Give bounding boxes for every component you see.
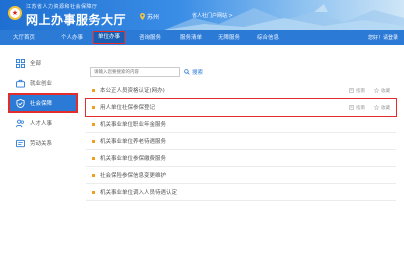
list-item-title[interactable]: 本公正人员资格认证(网办) <box>100 86 165 94</box>
sidebar-item-employment[interactable]: 就业创业 <box>10 75 76 91</box>
sidebar-item-talent[interactable]: 人才人事 <box>10 115 76 131</box>
bullet-icon <box>92 139 95 143</box>
bullet-icon <box>92 173 95 177</box>
nav-item-personal[interactable]: 个人办事 <box>61 33 83 43</box>
sidebar-item-label: 社会保障 <box>30 101 53 107</box>
handshake-icon <box>16 139 25 147</box>
search-bar: 搜索 <box>90 67 203 77</box>
nav-item-unit[interactable]: 单位办事 <box>92 31 126 44</box>
list-item-title[interactable]: 用人单位社保参保登记 <box>100 103 155 111</box>
sidebar-item-label: 就业创业 <box>30 81 53 87</box>
bullet-icon <box>92 122 95 126</box>
list-item[interactable]: 本公正人员资格认证(网办) 指南 收藏 <box>86 82 396 99</box>
list-item-title[interactable]: 机关事业单位参保缴费服务 <box>100 154 166 162</box>
search-button-label: 搜索 <box>192 70 204 76</box>
guide-label: 指南 <box>356 105 365 111</box>
sidebar-item-social-security[interactable]: 社会保障 <box>8 93 78 113</box>
ministry-logo-icon[interactable]: ★ <box>8 6 22 20</box>
sidebar-item-all[interactable]: 全部 <box>10 55 76 71</box>
list-item[interactable]: 机关事业单位职业年金服务 <box>86 116 396 133</box>
bullet-icon <box>92 190 95 194</box>
guide-button[interactable]: 指南 <box>349 105 365 111</box>
bullet-icon <box>92 88 95 92</box>
sidebar-item-label: 人才人事 <box>30 121 53 127</box>
nav-item-home[interactable]: 大厅首页 <box>13 33 35 43</box>
people-icon <box>16 119 24 127</box>
favorite-label: 收藏 <box>381 105 390 111</box>
star-icon <box>374 105 379 110</box>
list-item-title[interactable]: 机关事业单位养老待遇服务 <box>100 137 166 145</box>
org-name: 江苏省人力资源和社会保障厅 <box>26 4 98 10</box>
site-title[interactable]: 网上办事服务大厅 <box>26 11 126 28</box>
search-input[interactable] <box>90 67 180 77</box>
sidebar-item-label: 全部 <box>30 61 42 67</box>
site-header: ★ 江苏省人力资源和社会保障厅 网上办事服务大厅 苏州 省人社门户网站 > <box>0 0 404 30</box>
list-item[interactable]: 机关事业单位养老待遇服务 <box>86 133 396 150</box>
list-item-highlighted[interactable]: 用人单位社保参保登记 指南 收藏 <box>85 98 397 117</box>
location-label: 苏州 <box>147 14 160 21</box>
search-icon <box>184 69 190 75</box>
search-button[interactable]: 搜索 <box>184 68 203 76</box>
login-link[interactable]: 您好！请登录 <box>368 33 398 43</box>
nav-item-service-list[interactable]: 服务清单 <box>180 33 202 43</box>
list-item[interactable]: 社会保险参保信息变更维护 <box>86 167 396 184</box>
sidebar-item-labor[interactable]: 劳动关系 <box>10 135 76 151</box>
location-selector[interactable]: 苏州 <box>140 12 159 21</box>
list-item-title[interactable]: 机关事业单位调入人员待遇认定 <box>100 188 177 196</box>
portal-link[interactable]: 省人社门户网站 > <box>192 12 233 19</box>
list-item-title[interactable]: 社会保险参保信息变更维护 <box>100 171 166 179</box>
service-list: 本公正人员资格认证(网办) 指南 收藏 用人单位社保参保登记 指南 收藏 机关事… <box>85 82 397 201</box>
shield-icon <box>16 98 25 108</box>
nav-item-consult[interactable]: 咨询服务 <box>139 33 161 43</box>
document-icon <box>349 88 354 93</box>
guide-label: 指南 <box>356 88 365 94</box>
favorite-label: 收藏 <box>381 88 390 94</box>
sidebar-item-label: 劳动关系 <box>30 141 53 147</box>
favorite-button[interactable]: 收藏 <box>374 88 390 94</box>
grid-icon <box>16 58 25 68</box>
nav-item-info[interactable]: 综合信息 <box>257 33 279 43</box>
favorite-button[interactable]: 收藏 <box>374 105 390 111</box>
document-icon <box>349 105 354 110</box>
list-item[interactable]: 机关事业单位调入人员待遇认定 <box>86 184 396 201</box>
list-item-title[interactable]: 机关事业单位职业年金服务 <box>100 120 166 128</box>
guide-button[interactable]: 指南 <box>349 88 365 94</box>
location-pin-icon <box>140 13 145 20</box>
nav-item-accessible[interactable]: 无障服务 <box>218 33 240 43</box>
star-icon <box>374 88 379 93</box>
category-sidebar: 全部 就业创业 社会保障 人才人事 劳动关系 <box>8 55 78 155</box>
main-nav: 大厅首页 个人办事 单位办事 咨询服务 服务清单 无障服务 综合信息 您好！请登… <box>0 30 404 45</box>
bullet-icon <box>92 156 95 160</box>
bullet-icon <box>92 105 95 109</box>
list-item[interactable]: 机关事业单位参保缴费服务 <box>86 150 396 167</box>
briefcase-icon <box>16 79 25 88</box>
